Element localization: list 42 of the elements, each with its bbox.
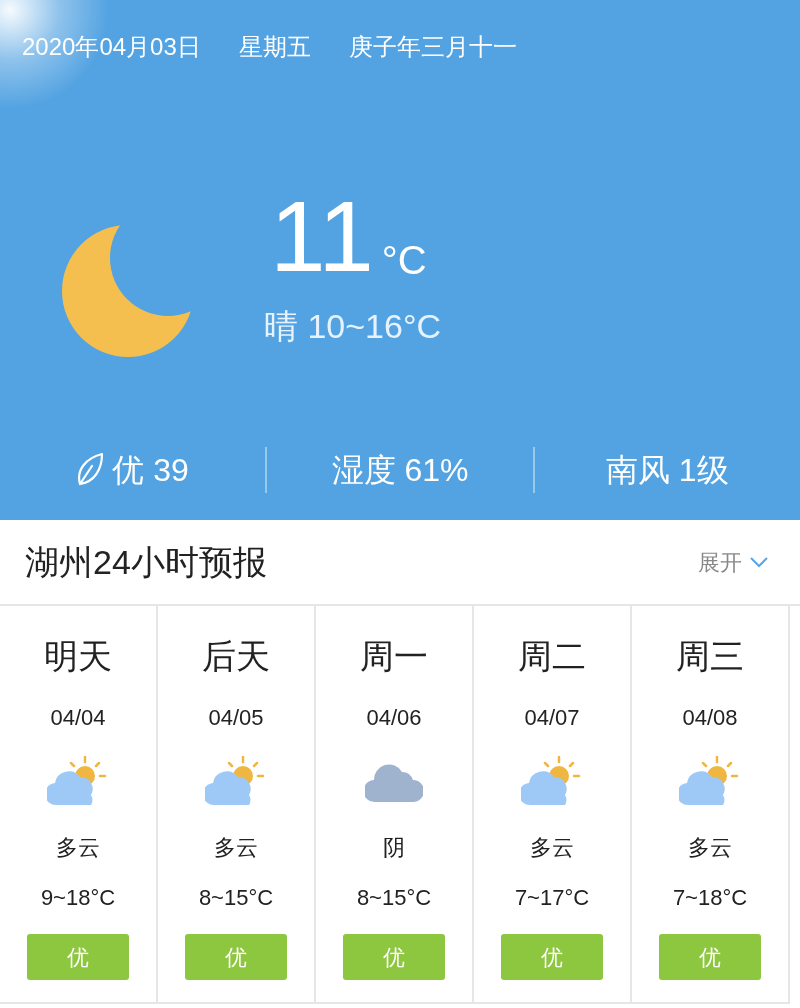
- partly-cloudy-icon: [205, 755, 267, 807]
- lunar-date: 庚子年三月十一: [348, 32, 517, 62]
- air-quality-text: 优 39: [112, 451, 189, 490]
- temperature: 11: [270, 186, 374, 286]
- stat-text: 南风 1级: [605, 451, 729, 490]
- condition-label: 多云: [214, 834, 258, 862]
- air-quality-badge: 优: [27, 934, 129, 980]
- day-label: 后天: [202, 636, 270, 676]
- date-label: 04/06: [366, 704, 422, 732]
- date-label: 04/05: [208, 704, 264, 732]
- temperature-range: 8~15°C: [198, 884, 274, 912]
- partly-cloudy-icon: [679, 755, 741, 807]
- date-label: 04/08: [682, 704, 738, 732]
- chevron-down-icon: [750, 556, 768, 568]
- temperature-range: 7~17°C: [514, 884, 590, 912]
- date-label: 04/07: [524, 704, 580, 732]
- temperature-range: 7~18°C: [672, 884, 748, 912]
- leaf-icon: [76, 452, 105, 488]
- temperature-range: 9~18°C: [40, 884, 116, 912]
- air-quality-badge: 优: [501, 934, 603, 980]
- partly-cloudy-icon: [47, 755, 109, 807]
- condition-label: 多云: [56, 834, 100, 862]
- air-quality-badge: 优: [659, 934, 761, 980]
- expand-button[interactable]: 展开: [698, 545, 768, 579]
- air-quality-badge: 优: [343, 934, 445, 980]
- condition-label: 阴: [383, 834, 405, 862]
- weekday-text: 星期五: [238, 32, 311, 62]
- air-quality-badge: 优: [185, 934, 287, 980]
- temperature-range: 8~15°C: [356, 884, 432, 912]
- partly-cloudy-icon: [521, 755, 583, 807]
- stat-text: 湿度 61%: [331, 451, 469, 490]
- condition-label: 多云: [688, 834, 732, 862]
- forecast-title: 湖州24小时预报: [25, 541, 267, 583]
- date-label: 04/04: [50, 704, 106, 732]
- day-label: 明天: [44, 636, 112, 676]
- weather-summary: 晴 10~16°C: [264, 306, 442, 346]
- condition-label: 多云: [530, 834, 574, 862]
- day-label: 周二: [518, 636, 586, 676]
- day-label: 周三: [676, 636, 744, 676]
- day-label: 周一: [360, 636, 428, 676]
- temperature-unit: °C: [381, 240, 427, 280]
- date-text: 2020年04月03日: [22, 32, 201, 62]
